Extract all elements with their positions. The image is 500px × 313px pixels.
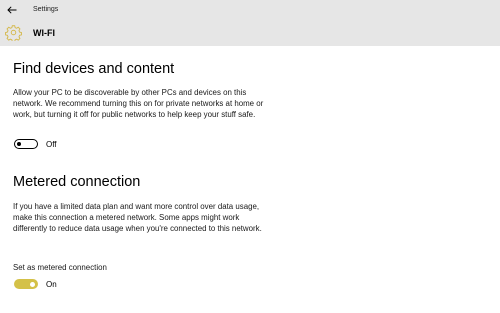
metered-description: If you have a limited data plan and want… — [13, 202, 262, 234]
page-title: WI-FI — [33, 28, 55, 38]
find-devices-toggle[interactable] — [14, 139, 38, 149]
find-devices-description: Allow your PC to be discoverable by othe… — [13, 88, 264, 120]
window-title: Settings — [33, 6, 59, 13]
toggle-knob — [30, 281, 35, 287]
metered-heading: Metered connection — [13, 174, 141, 190]
back-arrow-icon — [7, 5, 17, 14]
metered-toggle-caption: Set as metered connection — [13, 263, 107, 272]
toggle-knob — [17, 141, 21, 146]
find-devices-toggle-state: Off — [46, 140, 57, 149]
metered-toggle[interactable] — [14, 279, 38, 289]
metered-toggle-state: On — [46, 280, 57, 289]
page-header: WI-FI — [0, 19, 500, 46]
gear-icon — [5, 25, 22, 41]
back-button[interactable] — [4, 2, 20, 17]
find-devices-heading: Find devices and content — [13, 61, 175, 77]
title-bar: Settings — [0, 0, 500, 19]
